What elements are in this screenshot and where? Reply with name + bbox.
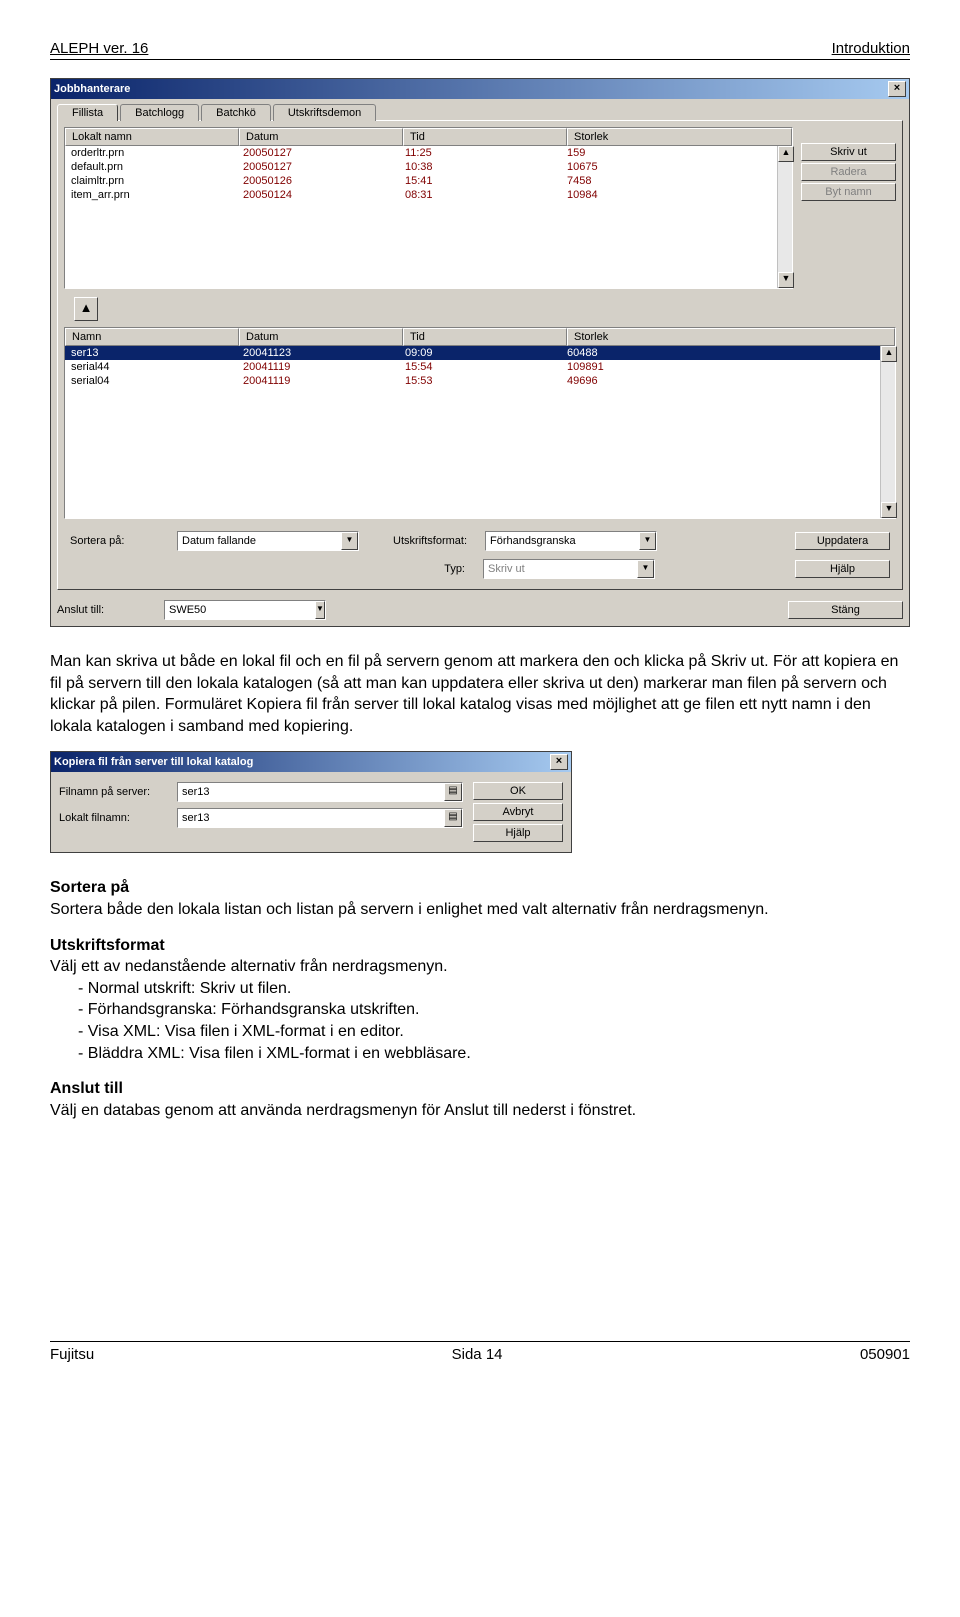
list-row[interactable]: serial04 20041119 15:53 49696 <box>65 374 881 388</box>
rename-button[interactable]: Byt namn <box>801 183 896 201</box>
col-local-name[interactable]: Lokalt namn <box>65 128 239 146</box>
format-label: Utskriftsformat: <box>371 535 473 547</box>
list-row[interactable]: item_arr.prn 20050124 08:31 10984 <box>65 188 778 202</box>
col-date[interactable]: Datum <box>239 128 403 146</box>
list-row[interactable]: default.prn 20050127 10:38 10675 <box>65 160 778 174</box>
section-body: Välj en databas genom att använda nerdra… <box>50 1102 636 1119</box>
col-date2[interactable]: Datum <box>239 328 403 346</box>
tab-batchlogg[interactable]: Batchlogg <box>120 104 199 121</box>
footer-right: 050901 <box>860 1346 910 1363</box>
page-footer: Fujitsu Sida 14 050901 <box>50 1341 910 1363</box>
server-file-list[interactable]: Namn Datum Tid Storlek ser13 20041123 09… <box>64 327 896 519</box>
connect-combo[interactable]: ▼ <box>164 600 326 620</box>
update-button[interactable]: Uppdatera <box>795 532 890 550</box>
col-time2[interactable]: Tid <box>403 328 567 346</box>
panel: Lokalt namn Datum Tid Storlek orderltr.p… <box>57 120 903 590</box>
list-row[interactable]: claimltr.prn 20050126 15:41 7458 <box>65 174 778 188</box>
local-file-list[interactable]: Lokalt namn Datum Tid Storlek orderltr.p… <box>64 127 793 289</box>
close-icon[interactable]: × <box>888 81 906 97</box>
section-heading: Utskriftsformat <box>50 937 165 954</box>
filename-server-input[interactable] <box>178 786 444 798</box>
list-row[interactable]: serial44 20041119 15:54 109891 <box>65 360 881 374</box>
connect-label: Anslut till: <box>57 604 152 616</box>
sort-input[interactable] <box>178 533 341 549</box>
format-combo[interactable]: ▼ <box>485 531 657 551</box>
page-header: ALEPH ver. 16 Introduktion <box>50 40 910 60</box>
chevron-down-icon[interactable]: ▼ <box>315 601 325 619</box>
header-left: ALEPH ver. 16 <box>50 40 148 57</box>
filename-server-field[interactable]: ▤ <box>177 782 463 802</box>
chevron-down-icon[interactable]: ▼ <box>341 532 358 550</box>
section-heading: Anslut till <box>50 1080 123 1097</box>
section-body: Välj ett av nedanstående alternativ från… <box>50 958 448 975</box>
section-body: Sortera både den lokala listan och lista… <box>50 901 769 918</box>
type-label: Typ: <box>369 563 471 575</box>
job-manager-window: Jobbhanterare × Fillista Batchlogg Batch… <box>50 78 910 627</box>
scroll-down-icon[interactable]: ▼ <box>881 502 897 518</box>
scroll-down-icon[interactable]: ▼ <box>778 272 794 288</box>
titlebar[interactable]: Jobbhanterare × <box>51 79 909 99</box>
footer-mid: Sida 14 <box>452 1346 503 1363</box>
scrollbar[interactable]: ▲ ▼ <box>880 346 895 518</box>
filename-server-label: Filnamn på server: <box>59 786 169 798</box>
col-name[interactable]: Namn <box>65 328 239 346</box>
titlebar[interactable]: Kopiera fil från server till lokal katal… <box>51 752 571 772</box>
copy-file-dialog: Kopiera fil från server till lokal katal… <box>50 751 572 853</box>
bullet-item: - Normal utskrift: Skriv ut filen. <box>50 978 910 1000</box>
tab-utskriftsdemon[interactable]: Utskriftsdemon <box>273 104 376 121</box>
chevron-down-icon[interactable]: ▼ <box>639 532 656 550</box>
delete-button[interactable]: Radera <box>801 163 896 181</box>
filename-local-field[interactable]: ▤ <box>177 808 463 828</box>
sort-combo[interactable]: ▼ <box>177 531 359 551</box>
sort-label: Sortera på: <box>70 535 165 547</box>
section-heading: Sortera på <box>50 879 129 896</box>
cancel-button[interactable]: Avbryt <box>473 803 563 821</box>
type-input <box>484 561 637 577</box>
list-row[interactable]: orderltr.prn 20050127 11:25 159 <box>65 146 778 160</box>
bullet-item: - Visa XML: Visa filen i XML-format i en… <box>50 1021 910 1043</box>
close-icon[interactable]: × <box>550 754 568 770</box>
help-button[interactable]: Hjälp <box>795 560 890 578</box>
list-icon[interactable]: ▤ <box>444 783 462 801</box>
header-right: Introduktion <box>832 40 910 57</box>
chevron-down-icon[interactable]: ▼ <box>637 560 654 578</box>
close-button[interactable]: Stäng <box>788 601 903 619</box>
paragraph: Man kan skriva ut både en lokal fil och … <box>50 651 910 737</box>
move-up-icon[interactable]: ▲ <box>74 297 98 321</box>
list-icon[interactable]: ▤ <box>444 809 462 827</box>
bullet-item: - Förhandsgranska: Förhandsgranska utskr… <box>50 999 910 1021</box>
filename-local-label: Lokalt filnamn: <box>59 812 169 824</box>
format-input[interactable] <box>486 533 639 549</box>
scroll-up-icon[interactable]: ▲ <box>778 146 794 162</box>
type-combo[interactable]: ▼ <box>483 559 655 579</box>
col-time[interactable]: Tid <box>403 128 567 146</box>
connect-input[interactable] <box>165 602 315 618</box>
scrollbar[interactable]: ▲ ▼ <box>777 146 792 288</box>
col-size[interactable]: Storlek <box>567 128 792 146</box>
ok-button[interactable]: OK <box>473 782 563 800</box>
tabs: Fillista Batchlogg Batchkö Utskriftsdemo… <box>51 99 909 120</box>
print-button[interactable]: Skriv ut <box>801 143 896 161</box>
scroll-up-icon[interactable]: ▲ <box>881 346 897 362</box>
tab-batchko[interactable]: Batchkö <box>201 104 271 121</box>
filename-local-input[interactable] <box>178 812 444 824</box>
bullet-item: - Bläddra XML: Visa filen i XML-format i… <box>50 1043 910 1065</box>
footer-left: Fujitsu <box>50 1346 94 1363</box>
tab-fillista[interactable]: Fillista <box>57 104 118 121</box>
col-size2[interactable]: Storlek <box>567 328 895 346</box>
window-title: Jobbhanterare <box>54 83 130 95</box>
help-button[interactable]: Hjälp <box>473 824 563 842</box>
dialog-title: Kopiera fil från server till lokal katal… <box>54 756 253 768</box>
list-row[interactable]: ser13 20041123 09:09 60488 <box>65 346 881 360</box>
